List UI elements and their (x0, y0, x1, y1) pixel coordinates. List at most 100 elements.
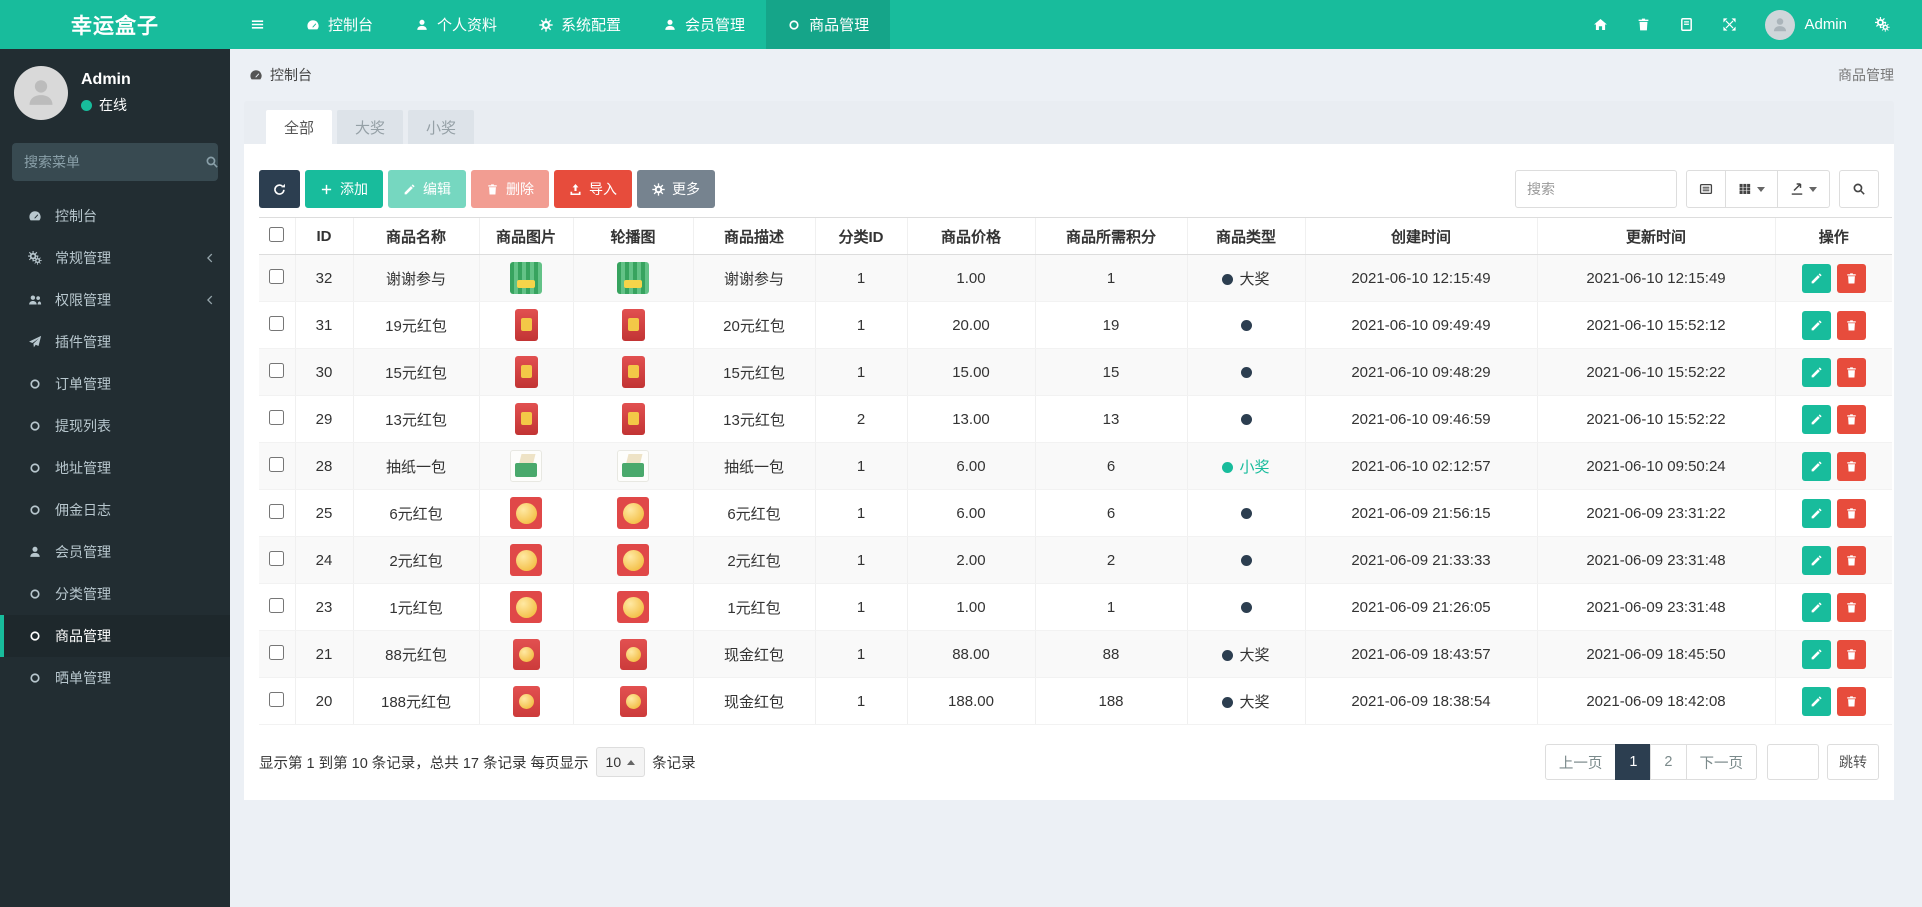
navbar-user-menu[interactable]: Admin (1751, 9, 1861, 40)
row-delete-button[interactable] (1836, 263, 1866, 293)
jump-button[interactable]: 跳转 (1827, 744, 1879, 780)
brand[interactable]: 幸运盒子 (0, 0, 230, 49)
trash-button[interactable] (1622, 0, 1665, 49)
column-header-price[interactable]: 商品价格 (906, 217, 1035, 255)
home-button[interactable] (1579, 0, 1622, 49)
prev-page-button[interactable]: 上一页 (1544, 744, 1617, 780)
carousel-image[interactable] (617, 591, 649, 623)
product-image[interactable] (514, 309, 538, 341)
row-checkbox[interactable] (269, 456, 285, 472)
page-button-2[interactable]: 2 (1650, 744, 1687, 780)
product-image[interactable] (514, 403, 538, 435)
sidebar-item-member-admin[interactable]: 会员管理 (0, 531, 230, 573)
export-button[interactable] (1777, 170, 1830, 208)
nav-item-profile[interactable]: 个人资料 (394, 0, 518, 49)
select-all-checkbox[interactable] (269, 226, 285, 242)
edit-button[interactable]: 编辑 (388, 170, 466, 208)
jump-page-input[interactable] (1767, 744, 1819, 780)
row-edit-button[interactable] (1801, 451, 1831, 481)
row-checkbox[interactable] (269, 315, 285, 331)
column-header-cat[interactable]: 分类ID (814, 217, 907, 255)
column-header-ops[interactable]: 操作 (1774, 217, 1892, 255)
carousel-image[interactable] (617, 262, 649, 294)
row-checkbox[interactable] (269, 691, 285, 707)
import-button[interactable]: 导入 (554, 170, 632, 208)
tab-all[interactable]: 全部 (266, 110, 333, 144)
row-delete-button[interactable] (1836, 357, 1866, 387)
search-button[interactable] (1839, 170, 1879, 208)
row-edit-button[interactable] (1801, 263, 1831, 293)
carousel-image[interactable] (617, 450, 649, 482)
column-header-name[interactable]: 商品名称 (352, 217, 479, 255)
sidebar-item-order-admin[interactable]: 订单管理 (0, 363, 230, 405)
row-edit-button[interactable] (1801, 310, 1831, 340)
sidebar-item-share-admin[interactable]: 晒单管理 (0, 657, 230, 699)
carousel-image[interactable] (621, 309, 645, 341)
row-edit-button[interactable] (1801, 639, 1831, 669)
detail-view-button[interactable] (1686, 170, 1726, 208)
row-edit-button[interactable] (1801, 357, 1831, 387)
row-checkbox[interactable] (269, 362, 285, 378)
tab-small-prize[interactable]: 小奖 (408, 110, 475, 144)
sidebar-search-input[interactable] (24, 154, 205, 170)
product-image[interactable] (510, 497, 542, 529)
fullscreen-button[interactable] (1708, 0, 1751, 49)
row-edit-button[interactable] (1801, 404, 1831, 434)
row-delete-button[interactable] (1836, 404, 1866, 434)
carousel-image[interactable] (621, 403, 645, 435)
sidebar-item-auth-admin[interactable]: 权限管理 (0, 279, 230, 321)
product-image[interactable] (510, 450, 542, 482)
columns-button[interactable] (1725, 170, 1778, 208)
breadcrumb[interactable]: 控制台 (249, 65, 312, 85)
column-header-carousel[interactable]: 轮播图 (572, 217, 693, 255)
page-size-select[interactable]: 10 (595, 747, 646, 777)
table-search-input[interactable] (1515, 170, 1677, 208)
refresh-button[interactable] (259, 170, 300, 208)
column-header-id[interactable]: ID (294, 217, 353, 255)
nav-item-member-admin[interactable]: 会员管理 (642, 0, 766, 49)
row-delete-button[interactable] (1836, 310, 1866, 340)
product-image[interactable] (510, 262, 542, 294)
sidebar-toggle-button[interactable] (230, 0, 285, 49)
row-delete-button[interactable] (1836, 545, 1866, 575)
page-button-1[interactable]: 1 (1615, 744, 1652, 780)
column-header-desc[interactable]: 商品描述 (692, 217, 815, 255)
column-header-image[interactable]: 商品图片 (478, 217, 573, 255)
sidebar-item-address-admin[interactable]: 地址管理 (0, 447, 230, 489)
row-delete-button[interactable] (1836, 639, 1866, 669)
row-delete-button[interactable] (1836, 592, 1866, 622)
column-header-points[interactable]: 商品所需积分 (1034, 217, 1187, 255)
sidebar-item-addon-admin[interactable]: 插件管理 (0, 321, 230, 363)
row-checkbox[interactable] (269, 644, 285, 660)
row-edit-button[interactable] (1801, 686, 1831, 716)
row-edit-button[interactable] (1801, 592, 1831, 622)
product-image[interactable] (514, 356, 538, 388)
sidebar-item-goods-admin[interactable]: 商品管理 (0, 615, 230, 657)
language-button[interactable] (1665, 0, 1708, 49)
column-header-updated[interactable]: 更新时间 (1536, 217, 1775, 255)
sidebar-item-withdraw-list[interactable]: 提现列表 (0, 405, 230, 447)
row-edit-button[interactable] (1801, 545, 1831, 575)
nav-item-dashboard[interactable]: 控制台 (285, 0, 394, 49)
row-checkbox[interactable] (269, 503, 285, 519)
sidebar-item-commission-log[interactable]: 佣金日志 (0, 489, 230, 531)
product-image[interactable] (512, 685, 540, 717)
delete-button[interactable]: 删除 (471, 170, 549, 208)
carousel-image[interactable] (617, 497, 649, 529)
row-edit-button[interactable] (1801, 498, 1831, 528)
more-button[interactable]: 更多 (637, 170, 715, 208)
sidebar-item-dashboard[interactable]: 控制台 (0, 195, 230, 237)
carousel-image[interactable] (619, 638, 647, 670)
column-header-type[interactable]: 商品类型 (1186, 217, 1305, 255)
carousel-image[interactable] (619, 685, 647, 717)
row-delete-button[interactable] (1836, 451, 1866, 481)
product-image[interactable] (510, 591, 542, 623)
row-delete-button[interactable] (1836, 498, 1866, 528)
row-checkbox[interactable] (269, 550, 285, 566)
row-checkbox[interactable] (269, 597, 285, 613)
column-header-created[interactable]: 创建时间 (1304, 217, 1537, 255)
row-checkbox[interactable] (269, 268, 285, 284)
row-delete-button[interactable] (1836, 686, 1866, 716)
next-page-button[interactable]: 下一页 (1685, 744, 1757, 780)
tab-big-prize[interactable]: 大奖 (337, 110, 404, 144)
